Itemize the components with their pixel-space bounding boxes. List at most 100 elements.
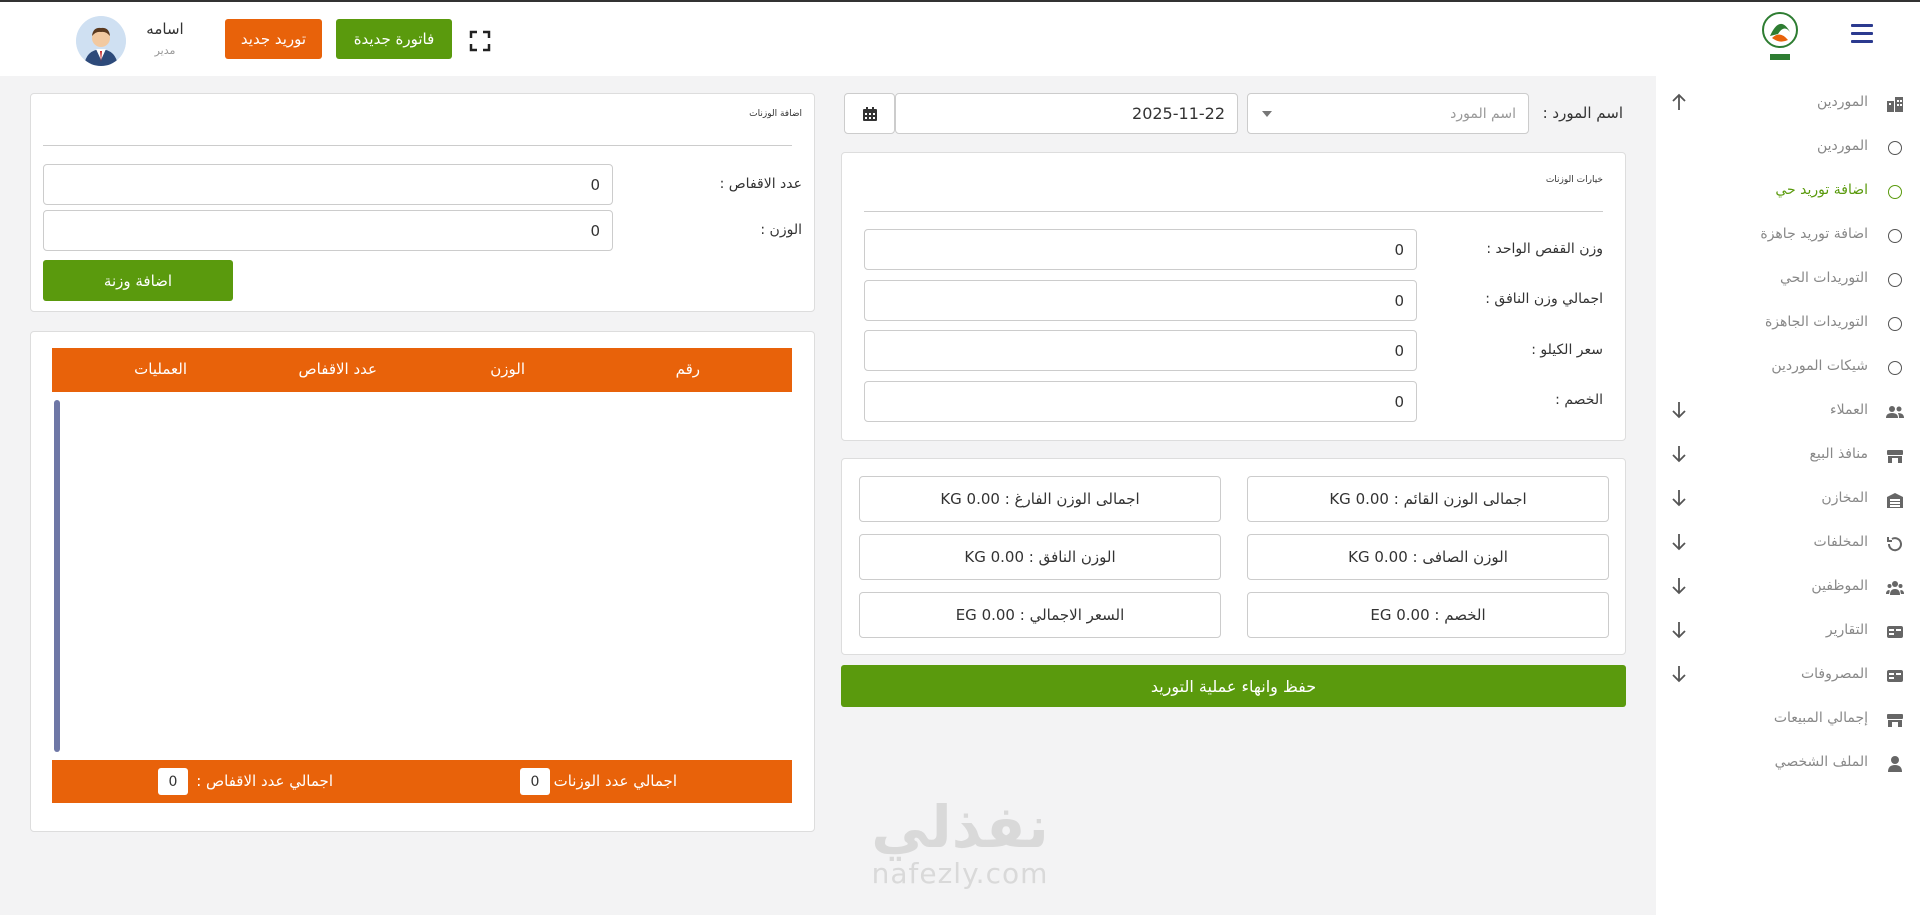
new-supply-button[interactable]: توريد جديد — [225, 19, 322, 59]
watermark-main: نفذلي — [871, 793, 1049, 861]
warehouse-icon — [1886, 491, 1904, 509]
sidebar-item-total-sales[interactable]: إجمالي المبيعات — [1656, 702, 1920, 738]
sidebar-item-label: المصروفات — [1800, 666, 1868, 682]
users-icon — [1886, 403, 1904, 421]
sidebar-item-live-supplies[interactable]: التوريدات الحي — [1656, 262, 1920, 298]
column-header: العمليات — [134, 360, 187, 378]
save-and-finish-button[interactable]: حفظ وانهاء عملية التوريد — [841, 665, 1626, 707]
total-empty-weight: اجمالى الوزن الفارغ : KG 0.00 — [859, 476, 1221, 522]
sidebar-item-label: منافذ البيع — [1809, 446, 1868, 462]
add-weight-card: اضافة الوزنات عدد الاقفاص : 0 الوزن : 0 … — [30, 93, 815, 312]
building-icon — [1886, 95, 1904, 113]
sidebar-item-add-live-supply[interactable]: اضافة توريد حي — [1656, 174, 1920, 210]
circle-icon — [1886, 139, 1904, 157]
discount-label: الخصم : — [1555, 392, 1603, 408]
total-standing-weight: اجمالى الوزن القائم : KG 0.00 — [1247, 476, 1609, 522]
avatar[interactable] — [76, 16, 126, 66]
supplier-select[interactable]: اسم المورد — [1247, 93, 1529, 134]
column-header: الوزن — [490, 360, 525, 378]
sidebar-item-waste[interactable]: المخلفات — [1656, 526, 1920, 562]
net-weight: الوزن الصافى : KG 0.00 — [1247, 534, 1609, 580]
total-weighings-value: 0 — [520, 768, 550, 795]
new-invoice-button[interactable]: فاتورة جديدة — [336, 19, 452, 59]
arrow-down-icon — [1670, 488, 1688, 508]
store-icon — [1886, 447, 1904, 465]
circle-icon — [1886, 271, 1904, 289]
dead-weight-input[interactable]: 0 — [864, 280, 1417, 321]
sidebar-item-supplier-checks[interactable]: شيكات الموردين — [1656, 350, 1920, 386]
sidebar-item-sales-outlets[interactable]: منافذ البيع — [1656, 438, 1920, 474]
sidebar-item-customers[interactable]: العملاء — [1656, 394, 1920, 430]
user-role: مدير — [154, 44, 176, 57]
kilo-price-label: سعر الكيلو : — [1531, 342, 1603, 358]
arrow-down-icon — [1670, 620, 1688, 640]
table-header: رقم الوزن عدد الاقفاص العمليات — [52, 348, 792, 392]
divider — [43, 145, 792, 146]
table-scrollbar[interactable] — [54, 400, 60, 752]
kilo-price-input[interactable]: 0 — [864, 330, 1417, 371]
weigh-options-title: خيارات الوزنات — [1545, 175, 1603, 185]
arrow-down-icon — [1670, 576, 1688, 596]
sales-icon — [1886, 711, 1904, 729]
calendar-button[interactable] — [844, 93, 895, 134]
sidebar-item-label: الموظفين — [1811, 578, 1868, 594]
sidebar-item-employees[interactable]: الموظفين — [1656, 570, 1920, 606]
sidebar-item-profile[interactable]: الملف الشخصي — [1656, 746, 1920, 782]
chevron-down-icon — [1262, 111, 1272, 117]
sidebar-item-expenses[interactable]: المصروفات — [1656, 658, 1920, 694]
supplier-label: اسم المورد : — [1542, 104, 1623, 122]
dawn-logo — [1758, 10, 1802, 68]
cage-weight-input[interactable]: 0 — [864, 229, 1417, 270]
divider — [864, 211, 1603, 212]
sidebar-item-label: المخلفات — [1813, 534, 1868, 550]
total-weighings-label: اجمالي عدد الوزنات : — [543, 772, 677, 790]
user-name: اسامه — [146, 20, 184, 38]
sidebar-item-label: إجمالي المبيعات — [1773, 710, 1868, 726]
arrow-down-icon — [1670, 400, 1688, 420]
employees-icon — [1886, 579, 1904, 597]
sidebar-item-add-ready-supply[interactable]: اضافة توريد جاهزة — [1656, 218, 1920, 254]
table-footer: اجمالي عدد الوزنات : 0 اجمالي عدد الاقفا… — [52, 760, 792, 803]
sidebar-item-label: الموردين — [1816, 138, 1868, 154]
undo-icon — [1886, 535, 1904, 553]
total-price: السعر الاجمالي : EG 0.00 — [859, 592, 1221, 638]
watermark: نفذلي nafezly.com — [850, 795, 1070, 889]
profile-icon — [1886, 755, 1904, 773]
sidebar-item-reports[interactable]: التقارير — [1656, 614, 1920, 650]
arrow-down-icon — [1670, 444, 1688, 464]
sidebar-item-label: الموردين — [1816, 94, 1868, 110]
sidebar-item-suppliers[interactable]: الموردين — [1656, 86, 1920, 122]
sidebar-item-label: المخازن — [1821, 490, 1868, 506]
top-header: فاتورة جديدة توريد جديد اسامه مدير — [0, 2, 1920, 76]
sidebar-item-suppliers-list[interactable]: الموردين — [1656, 130, 1920, 166]
arrow-down-icon — [1670, 532, 1688, 552]
arrow-down-icon — [1670, 664, 1688, 684]
weight-label: الوزن : — [760, 222, 802, 238]
column-header: رقم — [675, 360, 700, 378]
discount-input[interactable]: 0 — [864, 381, 1417, 422]
fullscreen-icon[interactable] — [469, 30, 491, 52]
sidebar-item-label: شيكات الموردين — [1771, 358, 1868, 374]
circle-icon — [1886, 227, 1904, 245]
circle-icon — [1886, 183, 1904, 201]
weighings-table-card — [30, 331, 815, 832]
calendar-icon — [862, 106, 877, 121]
sidebar-item-warehouses[interactable]: المخازن — [1656, 482, 1920, 518]
watermark-sub: nafezly.com — [871, 857, 1049, 890]
add-weight-title: اضافة الوزنات — [749, 109, 802, 119]
dead-weight: الوزن النافق : KG 0.00 — [859, 534, 1221, 580]
column-header: عدد الاقفاص — [298, 360, 377, 378]
weight-input[interactable]: 0 — [43, 210, 613, 251]
add-weight-button[interactable]: اضافة وزنة — [43, 260, 233, 301]
sidebar-item-ready-supplies[interactable]: التوريدات الجاهزة — [1656, 306, 1920, 342]
date-input[interactable]: 2025-11-22 — [895, 93, 1238, 134]
sidebar-item-label: التوريدات الحي — [1780, 270, 1868, 286]
expenses-icon — [1886, 667, 1904, 685]
cages-count-input[interactable]: 0 — [43, 164, 613, 205]
cage-weight-label: وزن القفص الواحد : — [1486, 241, 1603, 257]
menu-toggle-icon[interactable] — [1851, 24, 1873, 44]
sidebar-item-label: اضافة توريد حي — [1775, 182, 1868, 198]
circle-icon — [1886, 315, 1904, 333]
report-icon — [1886, 623, 1904, 641]
stats-card: اجمالى الوزن القائم : KG 0.00 اجمالى الو… — [841, 458, 1626, 655]
